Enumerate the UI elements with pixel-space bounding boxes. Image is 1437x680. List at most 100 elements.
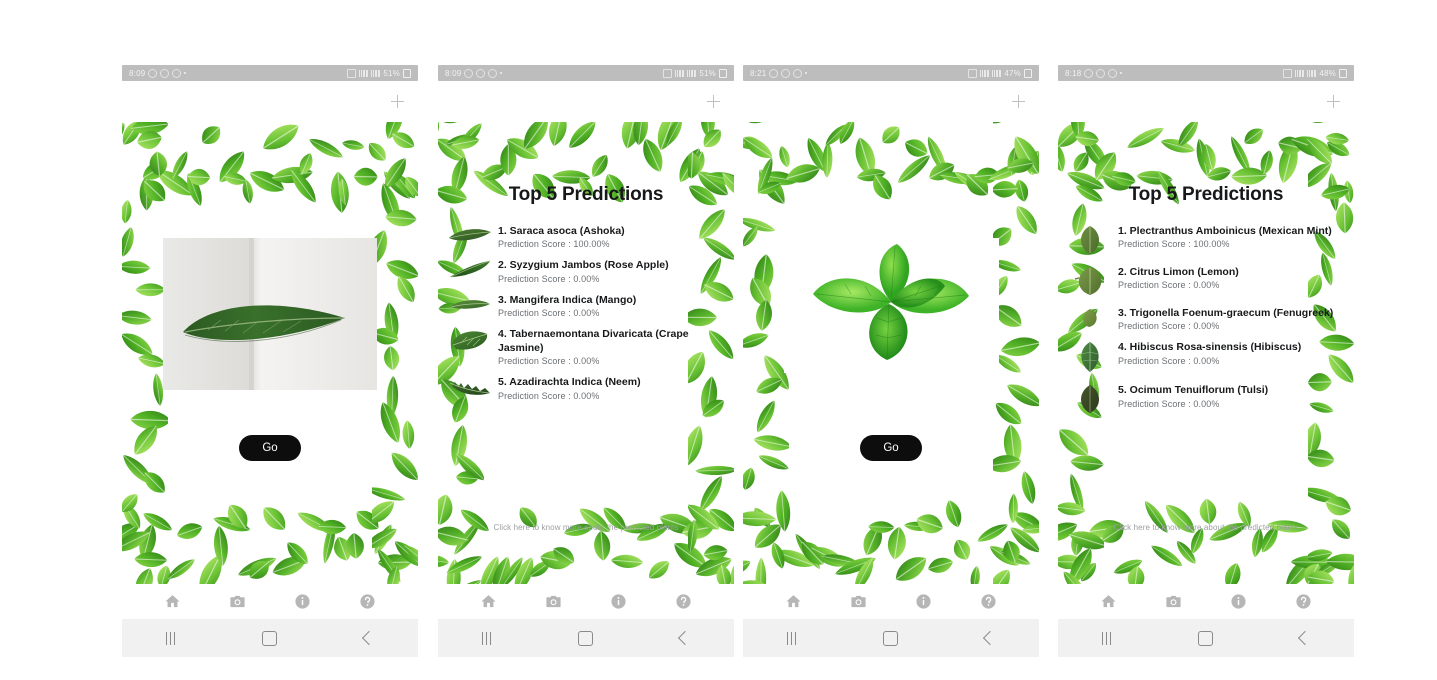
system-nav-bar: [122, 619, 418, 657]
home-icon[interactable]: [1100, 593, 1117, 610]
info-icon[interactable]: [915, 593, 932, 610]
signal-icon: [1307, 69, 1317, 77]
screen-content: Top 5 Predictions 1. Saraca asoca (Ashok…: [438, 122, 734, 584]
prediction-row[interactable]: 4. Tabernaemontana Divaricata (Crape Jas…: [442, 327, 728, 366]
prediction-name: 2. Syzygium Jambos (Rose Apple): [498, 259, 669, 272]
help-icon[interactable]: [675, 593, 692, 610]
bottom-nav: [438, 584, 734, 619]
captured-photo[interactable]: [743, 238, 1039, 373]
wifi-icon: [980, 69, 990, 77]
prediction-name: 3. Trigonella Foenum-graecum (Fenugreek): [1118, 307, 1334, 319]
alarm-icon: [1283, 68, 1293, 78]
captured-photo[interactable]: [122, 238, 418, 390]
battery-percent: 47%: [1004, 68, 1021, 78]
battery-percent: 48%: [1319, 68, 1336, 78]
screenshot-strip: 8:09 51% Go 8:09 51% Top 5 Predictions 1…: [0, 0, 1437, 680]
system-nav-bar: [438, 619, 734, 657]
status-app-icon: [488, 68, 498, 78]
more-info-link[interactable]: Click here to know more about the predic…: [438, 523, 734, 532]
system-nav-bar: [1058, 619, 1354, 657]
prediction-row[interactable]: 1. Plectranthus Amboinicus (Mexican Mint…: [1062, 224, 1348, 256]
add-icon[interactable]: [391, 95, 404, 108]
toolbar: [1058, 81, 1354, 122]
help-icon[interactable]: [1295, 593, 1312, 610]
camera-icon[interactable]: [850, 593, 867, 610]
recents-button[interactable]: [786, 631, 797, 645]
recents-button[interactable]: [165, 631, 176, 645]
prediction-row[interactable]: 5. Azadirachta Indica (Neem) Prediction …: [442, 375, 728, 401]
home-button[interactable]: [262, 630, 278, 646]
prediction-score: Prediction Score : 0.00%: [498, 356, 600, 367]
bottom-nav: [122, 584, 418, 619]
help-icon[interactable]: [980, 593, 997, 610]
prediction-row[interactable]: 3. Trigonella Foenum-graecum (Fenugreek)…: [1062, 306, 1348, 331]
go-button[interactable]: Go: [860, 435, 922, 461]
prediction-score: Prediction Score : 100.00%: [498, 239, 610, 250]
alarm-icon: [347, 68, 357, 78]
prediction-name: 1. Saraca asoca (Ashoka): [498, 225, 625, 237]
prediction-row[interactable]: 4. Hibiscus Rosa-sinensis (Hibiscus) Pre…: [1062, 340, 1348, 374]
leaf-thumbnail-icon: [1062, 224, 1118, 256]
app-frame: Go: [743, 122, 1039, 584]
info-icon[interactable]: [610, 593, 627, 610]
back-button[interactable]: [983, 630, 998, 646]
info-icon[interactable]: [294, 593, 311, 610]
status-dot-icon: [184, 72, 187, 74]
page-title: Top 5 Predictions: [508, 184, 664, 205]
add-icon[interactable]: [1012, 95, 1025, 108]
prediction-name: 2. Citrus Limon (Lemon): [1118, 266, 1239, 278]
home-button[interactable]: [578, 630, 594, 646]
leaf-thumbnail-icon: [442, 327, 498, 353]
more-info-link[interactable]: Click here to know more about the predic…: [1058, 523, 1354, 532]
prediction-score: Prediction Score : 0.00%: [1118, 355, 1220, 366]
status-app-icon: [476, 68, 486, 78]
home-icon[interactable]: [164, 593, 181, 610]
battery-icon: [403, 68, 411, 78]
back-button[interactable]: [1298, 630, 1313, 646]
status-app-icon: [464, 68, 474, 78]
prediction-score: Prediction Score : 0.00%: [498, 390, 600, 401]
status-time: 8:21: [750, 68, 767, 78]
leaf-thumbnail-icon: [442, 293, 498, 315]
prediction-score: Prediction Score : 0.00%: [498, 273, 600, 284]
prediction-score: Prediction Score : 0.00%: [1118, 321, 1220, 332]
camera-icon[interactable]: [229, 593, 246, 610]
back-button[interactable]: [362, 630, 377, 646]
prediction-row[interactable]: 2. Citrus Limon (Lemon) Prediction Score…: [1062, 265, 1348, 297]
prediction-row[interactable]: 2. Syzygium Jambos (Rose Apple) Predicti…: [442, 258, 728, 284]
add-icon[interactable]: [1327, 95, 1340, 108]
back-button[interactable]: [678, 630, 693, 646]
screen-content: Top 5 Predictions 1. Plectranthus Amboin…: [1058, 122, 1354, 584]
screen-content: Go: [743, 122, 1039, 584]
home-icon[interactable]: [785, 593, 802, 610]
home-button[interactable]: [1198, 630, 1214, 646]
prediction-row[interactable]: 5. Ocimum Tenuiflorum (Tulsi) Prediction…: [1062, 383, 1348, 415]
leaf-thumbnail-icon: [442, 224, 498, 246]
status-app-icon: [160, 68, 170, 78]
home-icon[interactable]: [480, 593, 497, 610]
add-icon[interactable]: [707, 95, 720, 108]
leaf-thumbnail-icon: [442, 258, 498, 280]
system-nav-bar: [743, 619, 1039, 657]
app-frame: Top 5 Predictions 1. Plectranthus Amboin…: [1058, 122, 1354, 584]
status-app-icon: [793, 68, 803, 78]
panel-1-capture: 8:09 51% Go: [122, 65, 418, 657]
prediction-score: Prediction Score : 0.00%: [1118, 280, 1220, 291]
go-button[interactable]: Go: [239, 435, 301, 461]
prediction-score: Prediction Score : 0.00%: [498, 308, 600, 319]
status-app-icon: [1084, 68, 1094, 78]
prediction-row[interactable]: 1. Saraca asoca (Ashoka) Prediction Scor…: [442, 224, 728, 249]
recents-button[interactable]: [481, 631, 492, 645]
info-icon[interactable]: [1230, 593, 1247, 610]
home-button[interactable]: [883, 630, 899, 646]
recents-button[interactable]: [1101, 631, 1112, 645]
signal-icon: [687, 69, 697, 77]
prediction-name: 1. Plectranthus Amboinicus (Mexican Mint…: [1118, 225, 1332, 237]
camera-icon[interactable]: [545, 593, 562, 610]
battery-percent: 51%: [699, 68, 716, 78]
leaf-thumbnail-icon: [1062, 383, 1118, 415]
prediction-row[interactable]: 3. Mangifera Indica (Mango) Prediction S…: [442, 293, 728, 318]
leaf-thumbnail-icon: [1062, 340, 1118, 374]
camera-icon[interactable]: [1165, 593, 1182, 610]
help-icon[interactable]: [359, 593, 376, 610]
